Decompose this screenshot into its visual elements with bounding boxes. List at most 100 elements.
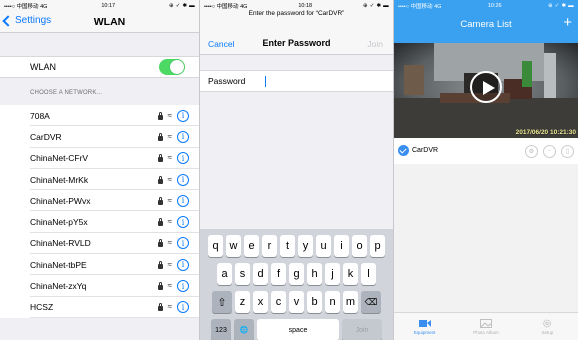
key-y[interactable]: y <box>298 235 313 257</box>
network-row[interactable]: ChinaNet-zxYq ≈ i <box>0 275 199 297</box>
info-icon[interactable]: i <box>177 173 189 186</box>
key-n[interactable]: n <box>325 291 340 313</box>
photo-icon <box>479 318 492 328</box>
key-a[interactable]: a <box>217 263 232 285</box>
status-bar: ••••○ 中国移动 4G 10:17 ⊕ ✓ ✱ ▬ <box>0 0 199 11</box>
key-k[interactable]: k <box>343 263 358 285</box>
wifi-icon: ≈ <box>167 238 172 248</box>
nav-bar: ••••○ 中国移动 4G 10:18 ⊕ ✓ ✱ ▬ Enter the pa… <box>200 0 393 55</box>
network-name: ChinaNet-pY5x <box>30 217 88 228</box>
network-row[interactable]: ChinaNet-pY5x ≈ i <box>0 211 199 234</box>
info-icon[interactable]: i <box>177 109 189 122</box>
wifi-icon: ≈ <box>167 217 172 227</box>
network-row[interactable]: ChinaNet-MrKk ≈ i <box>0 169 199 191</box>
info-icon[interactable]: i <box>177 280 189 293</box>
network-name: ChinaNet-MrKk <box>30 174 89 185</box>
lock-icon <box>157 154 163 163</box>
wifi-icon: ≈ <box>167 110 172 120</box>
key-b[interactable]: b <box>307 291 322 313</box>
network-row[interactable]: ChinaNet-tbPE ≈ i <box>0 254 199 276</box>
device-name: CarDVR <box>412 147 439 155</box>
status-icons: ⊕ ✓ ✱ ▬ <box>168 2 195 9</box>
status-icons: ⊕ ✓ ✱ ▬ <box>547 2 574 9</box>
tab-equipment[interactable]: Equipment <box>394 313 455 340</box>
key-s[interactable]: s <box>235 263 250 285</box>
network-row[interactable]: HCSZ ≈ i <box>0 297 199 319</box>
tab-photo-album[interactable]: Photo Album <box>455 313 516 340</box>
space-key[interactable]: space <box>257 319 339 340</box>
key-f[interactable]: f <box>271 263 286 285</box>
network-name: ChinaNet-PWvx <box>30 195 91 206</box>
network-row[interactable]: ChinaNet-RVLD ≈ i <box>0 233 199 255</box>
key-x[interactable]: x <box>253 291 268 313</box>
key-r[interactable]: r <box>262 235 277 257</box>
key-t[interactable]: t <box>280 235 295 257</box>
key-v[interactable]: v <box>289 291 304 313</box>
info-icon[interactable]: i <box>177 152 189 165</box>
play-button[interactable] <box>470 71 502 103</box>
check-icon <box>398 145 409 157</box>
carrier-label: ••••○ 中国移动 4G <box>398 3 442 10</box>
wifi-icon: ≈ <box>167 195 172 205</box>
camera-icon <box>418 319 431 327</box>
info-icon[interactable]: i <box>177 237 189 250</box>
disconnect-action-button[interactable]: − <box>543 144 556 158</box>
info-icon[interactable]: i <box>177 216 189 229</box>
device-row[interactable]: CarDVR ⚙ − ▯ <box>394 138 578 164</box>
key-z[interactable]: z <box>235 291 250 313</box>
keyboard-join-key[interactable]: Join <box>342 319 382 340</box>
info-icon[interactable]: i <box>177 130 189 143</box>
key-l[interactable]: l <box>361 263 376 285</box>
key-u[interactable]: u <box>316 235 331 257</box>
globe-key[interactable]: 🌐 <box>234 319 254 340</box>
password-field[interactable]: Password <box>200 70 393 92</box>
minus-icon: − <box>547 148 552 154</box>
network-name: HCSZ <box>30 302 54 313</box>
page-title: Camera List <box>460 19 512 30</box>
wifi-icon: ≈ <box>167 259 172 269</box>
nav-bar: Settings WLAN <box>0 11 199 33</box>
status-bar: ••••○ 中国移动 4G 10:26 ⊕ ✓ ✱ ▬ <box>394 0 578 11</box>
info-icon[interactable]: i <box>177 258 189 271</box>
key-h[interactable]: h <box>307 263 322 285</box>
key-q[interactable]: q <box>208 235 223 257</box>
text-cursor <box>265 75 267 87</box>
camera-list-panel: ••••○ 中国移动 4G 10:26 ⊕ ✓ ✱ ▬ Camera List … <box>393 0 578 340</box>
key-d[interactable]: d <box>253 263 268 285</box>
wifi-icon: ≈ <box>167 302 172 312</box>
settings-action-button[interactable]: ⚙ <box>525 144 538 158</box>
key-c[interactable]: c <box>271 291 286 313</box>
tab-label: Equipment <box>413 329 436 335</box>
info-icon[interactable]: i <box>177 301 189 314</box>
shift-key[interactable]: ⇧ <box>212 291 232 313</box>
numbers-key[interactable]: 123 <box>211 319 231 340</box>
tab-label: Photo Album <box>473 329 499 335</box>
key-w[interactable]: w <box>226 235 241 257</box>
lock-icon <box>157 111 163 120</box>
tab-setup[interactable]: Setup <box>517 313 578 340</box>
keyboard: qwertyuiop asdfghjkl ⇧ zxcvbnm ⌫ 123 🌐 s… <box>200 229 393 340</box>
camera-preview[interactable]: 2017/06/20 10:21:30 <box>394 43 578 138</box>
key-p[interactable]: p <box>370 235 385 257</box>
info-icon[interactable]: i <box>177 194 189 207</box>
key-i[interactable]: i <box>334 235 349 257</box>
key-g[interactable]: g <box>289 263 304 285</box>
network-row[interactable]: ChinaNet-CFrV ≈ i <box>0 148 199 170</box>
network-row[interactable]: 708A ≈ i <box>0 105 199 127</box>
gear-icon: ⚙ <box>528 148 535 155</box>
key-m[interactable]: m <box>343 291 358 313</box>
delete-action-button[interactable]: ▯ <box>561 144 574 158</box>
network-row[interactable]: CarDVR ≈ i <box>0 126 199 148</box>
delete-key[interactable]: ⌫ <box>361 291 381 313</box>
add-camera-button[interactable]: + <box>563 14 572 31</box>
key-e[interactable]: e <box>244 235 259 257</box>
tab-bar: Equipment Photo Album Setup <box>394 312 578 340</box>
key-o[interactable]: o <box>352 235 367 257</box>
network-row[interactable]: ChinaNet-PWvx ≈ i <box>0 190 199 212</box>
globe-icon: 🌐 <box>239 327 249 334</box>
password-label: Password <box>208 76 246 86</box>
wifi-icon: ≈ <box>167 281 172 291</box>
key-j[interactable]: j <box>325 263 340 285</box>
wlan-toggle[interactable] <box>159 59 185 75</box>
join-button[interactable]: Join <box>367 39 383 49</box>
